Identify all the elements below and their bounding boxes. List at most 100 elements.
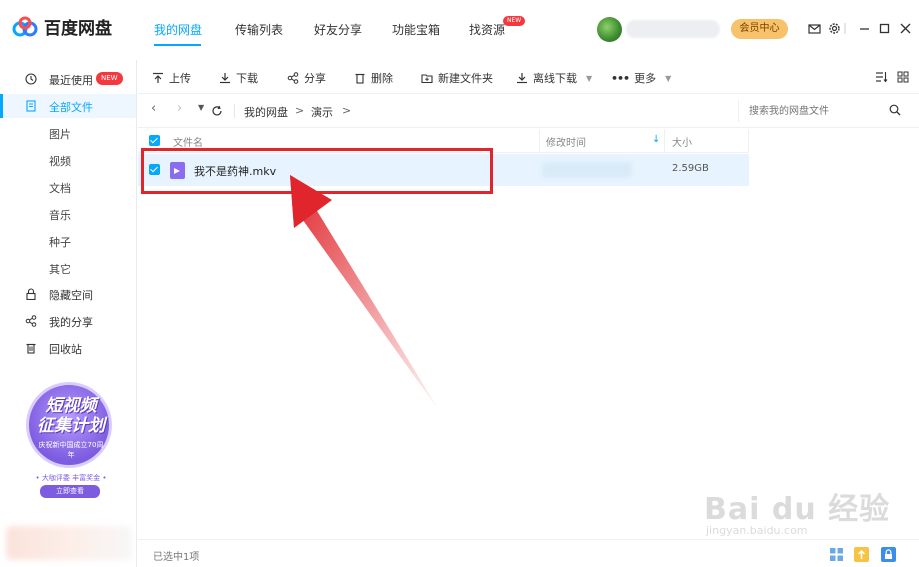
mail-icon[interactable] (808, 22, 821, 35)
trash-icon (26, 343, 36, 354)
avatar[interactable] (597, 17, 622, 42)
search-icon[interactable] (889, 104, 901, 116)
more-label: 更多 (634, 72, 657, 85)
settings-icon[interactable] (828, 22, 841, 35)
upload-status-icon[interactable] (854, 547, 869, 562)
share-icon (287, 72, 299, 84)
new-badge: NEW (96, 72, 123, 85)
search-input[interactable] (738, 100, 910, 122)
column-divider (539, 129, 540, 153)
title-bar: 百度网盘 我的网盘 传输列表 好友分享 功能宝箱 找资源 NEW 会员中心 (0, 0, 919, 60)
upload-icon (153, 72, 163, 83)
lock-icon[interactable] (881, 547, 896, 562)
sidebar: 最近使用 NEW 全部文件 图片 视频 文档 音乐 种子 其它 隐藏空间 我的分… (0, 60, 137, 567)
select-all-checkbox[interactable] (149, 135, 160, 146)
tab-find-resources[interactable]: 找资源 (469, 21, 505, 38)
forward-button[interactable]: › (177, 101, 182, 116)
download-label: 下载 (236, 72, 258, 85)
column-name[interactable]: 文件名 (173, 134, 203, 149)
sort-icon[interactable] (875, 71, 888, 83)
sidebar-item-label: 视频 (49, 155, 71, 168)
share-button[interactable]: 分享 (287, 70, 326, 86)
tab-my-disk[interactable]: 我的网盘 (154, 21, 202, 38)
chevron-down-icon: ▼ (586, 73, 593, 83)
sidebar-item-other[interactable]: 其它 (0, 256, 136, 280)
minimize-icon[interactable] (858, 22, 871, 35)
offline-download-button[interactable]: 离线下载 ▼ (516, 70, 592, 86)
promo-title: 短视频 征集计划 (22, 396, 120, 436)
apps-icon[interactable] (829, 547, 844, 562)
sort-down-icon[interactable]: ↓ (652, 134, 660, 145)
breadcrumb-separator: > (295, 104, 305, 117)
sidebar-item-label: 全部文件 (49, 101, 93, 114)
vip-center-button[interactable]: 会员中心 (731, 19, 788, 39)
sidebar-item-label: 种子 (49, 236, 71, 249)
download-button[interactable]: 下载 (219, 70, 258, 86)
delete-label: 删除 (371, 72, 393, 85)
sidebar-item-docs[interactable]: 文档 (0, 175, 136, 199)
blurred-footer (6, 526, 132, 560)
sidebar-item-label: 文档 (49, 182, 71, 195)
sidebar-item-recycle-bin[interactable]: 回收站 (0, 336, 136, 360)
offline-download-icon (517, 73, 527, 84)
baidu-jingyan-watermark: Bai du 经验 jingyan.baidu.com (704, 484, 891, 537)
tab-toolbox[interactable]: 功能宝箱 (392, 21, 440, 38)
share-icon (25, 315, 37, 327)
new-folder-label: 新建文件夹 (438, 72, 493, 85)
new-badge: NEW (503, 16, 526, 26)
more-button[interactable]: ••• 更多 ▼ (611, 70, 671, 86)
delete-button[interactable]: 删除 (354, 70, 393, 86)
breadcrumb-separator: > (342, 104, 352, 117)
divider (234, 104, 235, 118)
active-tab-indicator (154, 44, 201, 46)
selection-status: 已选中1项 (153, 552, 200, 563)
sidebar-item-torrents[interactable]: 种子 (0, 229, 136, 253)
promo-subtitle: 庆祝新中国成立70周年 (38, 441, 104, 459)
sidebar-item-videos[interactable]: 视频 (0, 148, 136, 172)
maximize-icon[interactable] (878, 22, 891, 35)
red-arrow-annotation (290, 175, 442, 415)
promo-banner[interactable]: 短视频 征集计划 庆祝新中国成立70周年 • 大咖评委 丰富奖金 • 立即查看 (22, 382, 120, 500)
sidebar-item-my-shares[interactable]: 我的分享 (0, 309, 136, 333)
username-blurred[interactable] (626, 20, 720, 38)
close-icon[interactable] (899, 22, 912, 35)
app-name: 百度网盘 (44, 19, 112, 39)
tab-transfer-list[interactable]: 传输列表 (235, 21, 283, 38)
sidebar-item-music[interactable]: 音乐 (0, 202, 136, 226)
ellipsis-icon: ••• (611, 71, 630, 85)
sidebar-item-label: 其它 (49, 263, 71, 276)
tab-friend-share[interactable]: 好友分享 (314, 21, 362, 38)
lock-icon (26, 288, 36, 300)
watermark-main: Bai du 经验 (704, 492, 891, 527)
breadcrumb-my-disk[interactable]: 我的网盘 (244, 104, 288, 120)
trash-icon (355, 73, 365, 84)
sidebar-item-label: 图片 (49, 128, 71, 141)
upload-button[interactable]: 上传 (152, 70, 191, 86)
clock-icon (25, 73, 37, 85)
app-window: 百度网盘 我的网盘 传输列表 好友分享 功能宝箱 找资源 NEW 会员中心 最近… (0, 0, 919, 567)
sidebar-item-all-files[interactable]: 全部文件 (0, 94, 136, 118)
promo-tagline: • 大咖评委 丰富奖金 • (35, 474, 107, 482)
download-icon (220, 73, 230, 84)
path-bar: ‹ › ▼ 我的网盘 > 演示 > (138, 94, 919, 128)
grid-view-icon[interactable] (897, 71, 909, 83)
column-modified[interactable]: 修改时间 (546, 134, 586, 149)
file-size: 2.59GB (672, 163, 709, 174)
status-bar: 已选中1项 (138, 539, 919, 567)
promo-view-button[interactable]: 立即查看 (40, 485, 100, 498)
sidebar-item-hidden-space[interactable]: 隐藏空间 (0, 282, 136, 306)
new-folder-icon (421, 74, 433, 84)
divider-icon (844, 23, 846, 34)
column-size[interactable]: 大小 (672, 134, 692, 149)
sidebar-item-label: 我的分享 (49, 316, 93, 329)
document-icon (26, 100, 36, 112)
sidebar-item-recent[interactable]: 最近使用 NEW (0, 67, 136, 91)
history-dropdown-icon[interactable]: ▼ (198, 103, 204, 112)
refresh-icon[interactable] (211, 105, 223, 117)
column-divider (748, 129, 749, 153)
back-button[interactable]: ‹ (151, 101, 156, 116)
sidebar-item-images[interactable]: 图片 (0, 121, 136, 145)
new-folder-button[interactable]: 新建文件夹 (421, 70, 493, 86)
breadcrumb-demo[interactable]: 演示 (311, 104, 333, 120)
toolbar: 上传 下载 分享 删除 新建文件夹 离线下载 ▼ ••• 更多 ▼ (138, 60, 919, 94)
